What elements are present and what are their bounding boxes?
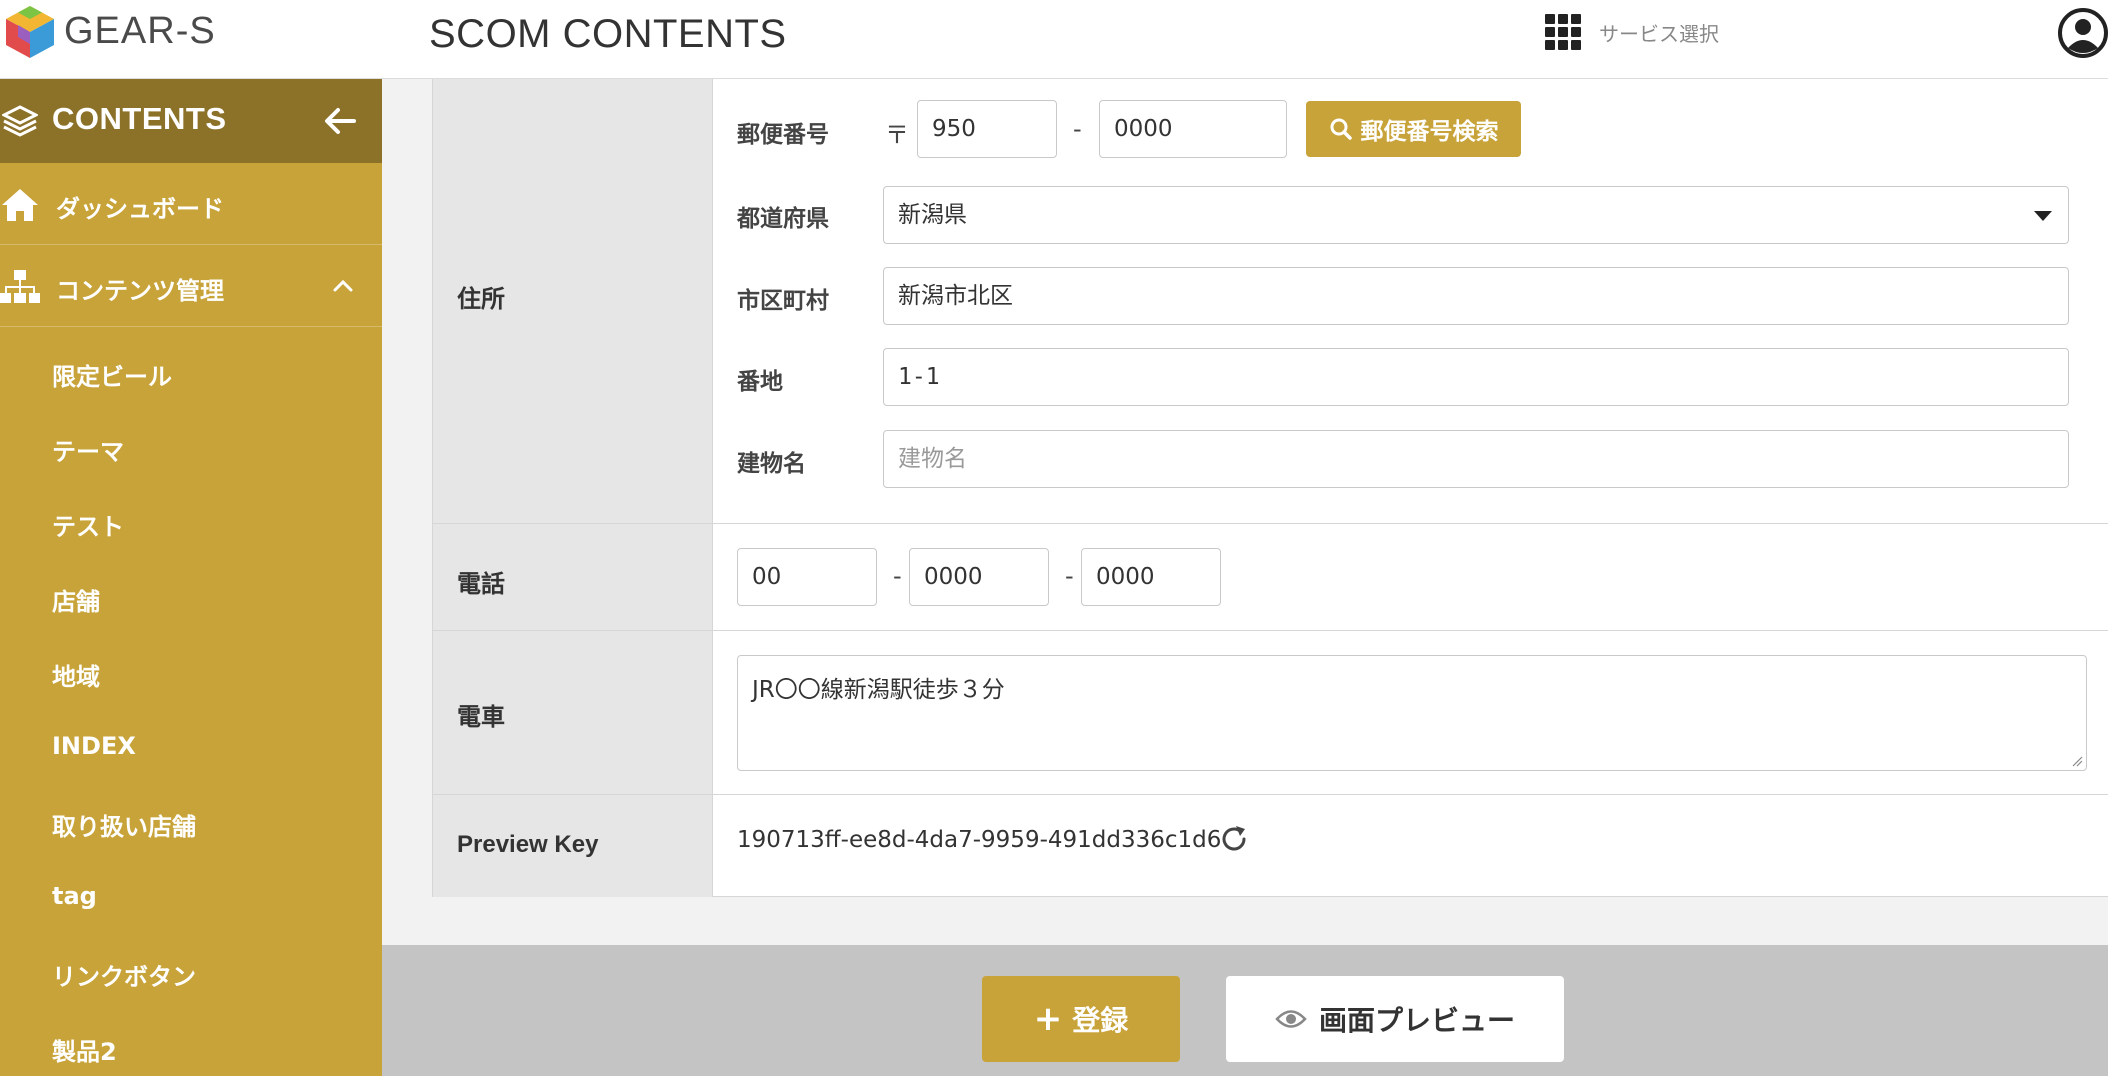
sidebar-subitem-label[interactable]: 限定ビール <box>52 357 172 392</box>
register-button[interactable]: + 登録 <box>982 976 1180 1062</box>
sidebar-subitem[interactable]: リンクボタン <box>0 935 382 1010</box>
action-bar: + 登録 画面プレビュー <box>382 945 2108 1076</box>
phone-fields: 00 - 0000 - 0000 <box>713 524 2108 630</box>
sidebar-item-label: コンテンツ管理 <box>56 277 224 305</box>
prefecture-label: 都道府県 <box>737 206 829 232</box>
row-address: 住所 郵便番号 〒 950 - 0000 都道府県 新潟県 市区町村 新潟市北区 <box>433 79 2108 524</box>
sidebar-subitem-label[interactable]: INDEX <box>52 732 136 760</box>
refresh-icon[interactable] <box>1218 823 1250 855</box>
grid-icon[interactable] <box>1545 14 1585 50</box>
train-label: 電車 <box>457 703 505 731</box>
phone-dash: - <box>893 562 902 590</box>
train-textarea[interactable]: JR〇〇線新潟駅徒歩３分 <box>737 655 2087 771</box>
sidebar-subitem[interactable]: 取り扱い店舗 <box>0 785 382 860</box>
chevron-up-icon[interactable] <box>330 273 356 299</box>
user-icon[interactable] <box>2058 8 2108 58</box>
search-icon <box>1330 118 1352 140</box>
postal-label: 郵便番号 <box>737 122 829 148</box>
sidebar-subitem[interactable]: 製品2 <box>0 1010 382 1076</box>
city-input[interactable]: 新潟市北区 <box>883 267 2069 325</box>
postal-dash: - <box>1073 115 1082 143</box>
eye-icon <box>1275 1010 1307 1028</box>
postal-search-label: 郵便番号検索 <box>1360 119 1499 145</box>
service-select-label[interactable]: サービス選択 <box>1599 18 1719 47</box>
sidebar-subitem[interactable]: tag <box>0 860 382 935</box>
street-label: 番地 <box>737 369 783 395</box>
plus-icon: + <box>1033 999 1063 1039</box>
row-header: 電車 <box>433 631 713 794</box>
logo-cube-icon[interactable] <box>4 4 56 60</box>
postal-search-button[interactable]: 郵便番号検索 <box>1306 101 1521 157</box>
address-label: 住所 <box>457 285 505 313</box>
row-phone: 電話 00 - 0000 - 0000 <box>433 524 2108 631</box>
sidebar-title: CONTENTS <box>52 101 227 136</box>
layers-icon <box>2 105 38 137</box>
sidebar-item-content-management[interactable]: コンテンツ管理 <box>0 245 382 327</box>
postal-mark: 〒 <box>885 121 909 149</box>
sidebar-subitem-label[interactable]: 地域 <box>52 657 100 692</box>
train-field: JR〇〇線新潟駅徒歩３分 <box>713 631 2108 794</box>
top-header: GEAR-S SCOM CONTENTS サービス選択 <box>0 0 2108 79</box>
phone-part3-input[interactable]: 0000 <box>1081 548 1221 606</box>
phone-part1-input[interactable]: 00 <box>737 548 877 606</box>
sidebar-subitem[interactable]: 地域 <box>0 635 382 710</box>
sidebar-subitem[interactable]: テーマ <box>0 410 382 485</box>
row-train: 電車 JR〇〇線新潟駅徒歩３分 <box>433 631 2108 795</box>
sidebar-subitem-label[interactable]: 製品2 <box>52 1032 117 1067</box>
sidebar-item-label: ダッシュボード <box>56 195 224 223</box>
form-table: 住所 郵便番号 〒 950 - 0000 都道府県 新潟県 市区町村 新潟市北区 <box>432 79 2108 897</box>
sidebar-subitem-label[interactable]: リンクボタン <box>52 957 196 992</box>
sidebar-header: CONTENTS <box>0 79 382 163</box>
prefecture-value: 新潟県 <box>898 202 967 228</box>
sidebar-subitem-label[interactable]: テーマ <box>52 432 124 467</box>
row-header: Preview Key <box>433 795 713 897</box>
building-label: 建物名 <box>737 451 806 477</box>
city-label: 市区町村 <box>737 288 829 314</box>
sidebar-subitem[interactable]: 店舗 <box>0 560 382 635</box>
row-header: 電話 <box>433 524 713 630</box>
brand-name[interactable]: GEAR-S <box>64 10 216 53</box>
phone-dash: - <box>1065 562 1074 590</box>
service-select[interactable]: サービス選択 <box>1545 12 1719 52</box>
sitemap-icon <box>0 270 40 303</box>
main-content: 住所 郵便番号 〒 950 - 0000 都道府県 新潟県 市区町村 新潟市北区 <box>382 79 2108 1076</box>
row-header: 住所 <box>433 79 713 523</box>
building-input[interactable]: 建物名 <box>883 430 2069 488</box>
resize-grip-icon[interactable] <box>2071 755 2083 767</box>
register-label: 登録 <box>1072 1004 1129 1037</box>
sidebar-subitem-label[interactable]: tag <box>52 882 97 910</box>
preview-button[interactable]: 画面プレビュー <box>1226 976 1564 1062</box>
phone-part2-input[interactable]: 0000 <box>909 548 1049 606</box>
sidebar-item-dashboard[interactable]: ダッシュボード <box>0 163 382 245</box>
postal-code-part2-input[interactable]: 0000 <box>1099 100 1287 158</box>
sidebar-subitem[interactable]: INDEX <box>0 710 382 785</box>
sidebar-subitems: 限定ビール テーマ テスト 店舗 地域 INDEX 取り扱い店舗 tag リンク… <box>0 327 382 1076</box>
row-preview-key: Preview Key 190713ff-ee8d-4da7-9959-491d… <box>433 795 2108 897</box>
preview-key-field: 190713ff-ee8d-4da7-9959-491dd336c1d6 <box>713 795 2108 897</box>
preview-label: 画面プレビュー <box>1318 1004 1515 1037</box>
sidebar-subitem-label[interactable]: 取り扱い店舗 <box>52 807 196 842</box>
sidebar-subitem-label[interactable]: テスト <box>52 507 124 542</box>
caret-down-icon <box>2034 211 2052 221</box>
page-title: SCOM CONTENTS <box>429 12 787 56</box>
sidebar-subitem[interactable]: テスト <box>0 485 382 560</box>
preview-key-value: 190713ff-ee8d-4da7-9959-491dd336c1d6 <box>737 827 1222 853</box>
home-icon <box>2 189 38 221</box>
postal-code-part1-input[interactable]: 950 <box>917 100 1057 158</box>
sidebar: CONTENTS ダッシュボード コンテンツ管理 限定ビール テーマ テスト 店… <box>0 79 382 1076</box>
prefecture-select[interactable]: 新潟県 <box>883 186 2069 244</box>
arrow-left-icon[interactable] <box>322 103 358 139</box>
train-text: JR〇〇線新潟駅徒歩３分 <box>752 677 1005 703</box>
street-input[interactable]: 1-1 <box>883 348 2069 406</box>
preview-key-label: Preview Key <box>457 831 599 858</box>
sidebar-subitem-label[interactable]: 店舗 <box>52 582 100 617</box>
sidebar-subitem[interactable]: 限定ビール <box>0 335 382 410</box>
phone-label: 電話 <box>457 570 505 598</box>
